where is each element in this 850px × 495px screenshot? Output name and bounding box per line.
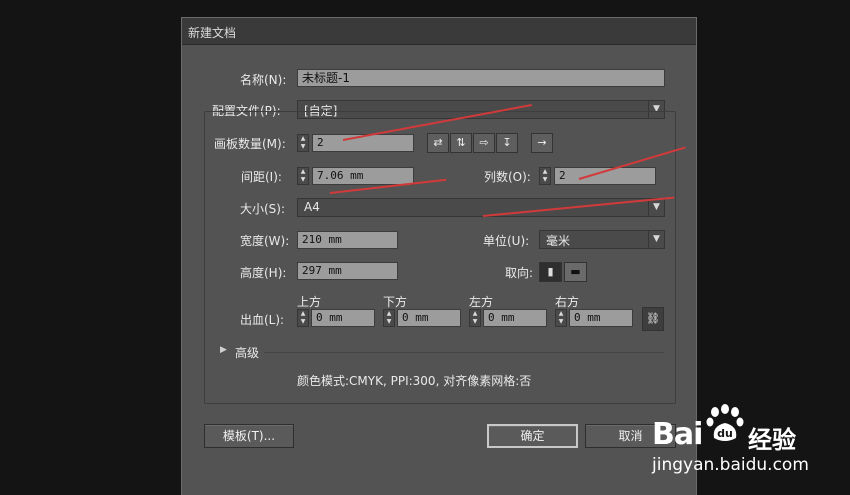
dialog-title: 新建文档 (188, 26, 237, 40)
bleed-right-input[interactable]: 0 mm (569, 309, 633, 327)
name-input[interactable]: 未标题-1 (297, 69, 665, 87)
spacing-label: 间距(I): (241, 170, 282, 184)
bleed-bottom-input[interactable]: 0 mm (397, 309, 461, 327)
template-button[interactable]: 模板(T)... (204, 424, 294, 448)
spacing-input[interactable]: 7.06 mm (312, 167, 414, 185)
orientation-label: 取向: (505, 266, 534, 280)
bleed-top-label: 上方 (297, 295, 322, 309)
units-label: 单位(U): (483, 234, 530, 248)
width-label: 宽度(W): (240, 234, 290, 248)
artboards-label: 画板数量(M): (214, 137, 286, 151)
height-label: 高度(H): (240, 266, 287, 280)
chevron-down-icon: ▼ (648, 199, 664, 216)
bleed-label: 出血(L): (240, 313, 285, 327)
bleed-bottom-label: 下方 (383, 295, 408, 309)
bleed-left-label: 左方 (469, 295, 494, 309)
watermark-brand-bai: Bai (652, 417, 703, 452)
portrait-icon[interactable]: ▮ (539, 262, 562, 282)
arrange-by-row-icon[interactable]: ⇨ (473, 133, 495, 153)
disclosure-triangle-icon[interactable]: ▶ (220, 345, 227, 355)
size-select[interactable]: A4 ▼ (297, 198, 665, 217)
bleed-right-stepper[interactable]: ▲ ▼ (555, 309, 567, 327)
arrow-right-icon[interactable]: → (531, 133, 553, 153)
settings-panel (204, 111, 676, 404)
columns-stepper[interactable]: ▲ ▼ (539, 167, 551, 185)
paw-logo-icon: du (706, 404, 744, 444)
name-label: 名称(N): (240, 73, 287, 87)
landscape-icon[interactable]: ▬ (564, 262, 587, 282)
artboards-stepper[interactable]: ▲ ▼ (297, 134, 309, 152)
watermark-url: jingyan.baidu.com (652, 455, 809, 475)
columns-label: 列数(O): (484, 170, 531, 184)
bleed-left-stepper[interactable]: ▲ ▼ (469, 309, 481, 327)
advanced-divider (264, 352, 664, 353)
width-input[interactable]: 210 mm (297, 231, 398, 249)
advanced-toggle[interactable]: 高级 (235, 344, 259, 361)
paw-svg: du (706, 404, 744, 441)
spacing-stepper[interactable]: ▲ ▼ (297, 167, 309, 185)
watermark-brand: Bai (652, 417, 703, 452)
link-bleed-icon[interactable]: ⛓ (642, 307, 664, 331)
height-input[interactable]: 297 mm (297, 262, 398, 280)
size-label: 大小(S): (240, 202, 286, 216)
ok-button[interactable]: 确定 (487, 424, 578, 448)
bleed-top-stepper[interactable]: ▲ ▼ (297, 309, 309, 327)
size-value: A4 (304, 200, 320, 214)
new-document-dialog: 新建文档 名称(N): 未标题-1 配置文件(P): [自定] ▼ 画板数量(M… (181, 17, 697, 495)
grid-by-column-icon[interactable]: ⇅ (450, 133, 472, 153)
bleed-bottom-stepper[interactable]: ▲ ▼ (383, 309, 395, 327)
watermark-cn: 经验 (748, 426, 796, 454)
chevron-down-icon: ▼ (648, 231, 664, 248)
bleed-right-label: 右方 (555, 295, 580, 309)
watermark-du: du (717, 427, 733, 440)
bleed-top-input[interactable]: 0 mm (311, 309, 375, 327)
grid-by-row-icon[interactable]: ⇄ (427, 133, 449, 153)
units-value: 毫米 (546, 234, 571, 248)
arrange-by-column-icon[interactable]: ↧ (496, 133, 518, 153)
document-info-text: 颜色模式:CMYK, PPI:300, 对齐像素网格:否 (297, 374, 532, 388)
bleed-left-input[interactable]: 0 mm (483, 309, 547, 327)
units-select[interactable]: 毫米 ▼ (539, 230, 665, 249)
dialog-titlebar: 新建文档 (182, 18, 696, 45)
